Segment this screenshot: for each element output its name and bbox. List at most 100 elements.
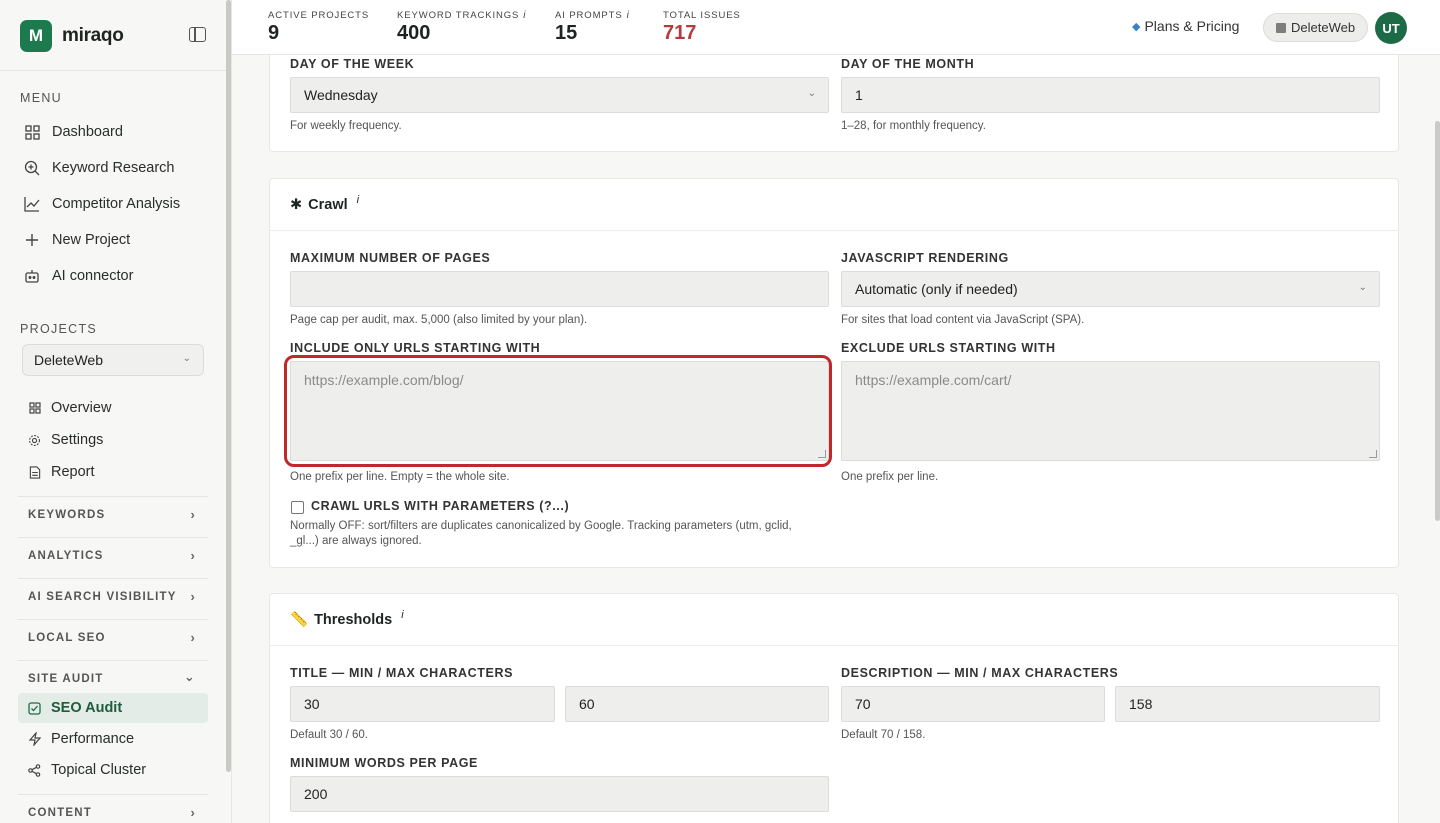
project-select[interactable]: DeleteWeb ⌄	[22, 344, 204, 376]
nav-competitor-analysis[interactable]: Competitor Analysis	[24, 192, 180, 216]
nav-label: Settings	[51, 432, 104, 448]
stat-label: TOTAL ISSUES	[663, 10, 741, 21]
input-value: 1	[855, 87, 863, 103]
brand-logo-icon: M	[20, 20, 52, 52]
nav-keyword-research[interactable]: Keyword Research	[24, 156, 175, 180]
chevron-right-icon: ›	[190, 630, 196, 645]
plus-icon	[24, 232, 40, 248]
stat-value: 400	[397, 22, 431, 44]
nav-report[interactable]: Report	[28, 460, 95, 484]
day-of-week-help: For weekly frequency.	[290, 120, 402, 132]
nav-new-project[interactable]: New Project	[24, 228, 130, 252]
brand[interactable]: M miraqo	[20, 20, 124, 52]
menu-label: MENU	[20, 91, 63, 105]
nav-label: SEO Audit	[51, 700, 123, 716]
avatar[interactable]: UT	[1375, 12, 1407, 44]
section-content[interactable]: CONTENT ›	[18, 794, 208, 823]
resize-handle-icon[interactable]	[1369, 450, 1377, 458]
main-content: DAY OF THE WEEK Wednesday ⌄ For weekly f…	[232, 55, 1440, 823]
desc-min-input[interactable]: 70	[841, 686, 1105, 722]
day-of-week-select[interactable]: Wednesday ⌄	[290, 77, 829, 113]
sidebar-scrollbar[interactable]	[225, 0, 231, 823]
include-urls-label: INCLUDE ONLY URLS STARTING WITH	[290, 341, 541, 355]
js-rendering-select[interactable]: Automatic (only if needed) ⌄	[841, 271, 1380, 307]
nav-dashboard[interactable]: Dashboard	[24, 120, 123, 144]
nav-ai-connector[interactable]: AI connector	[24, 264, 133, 288]
chevron-down-icon: ⌄	[182, 353, 191, 364]
section-local-seo[interactable]: LOCAL SEO ›	[18, 619, 208, 655]
lightning-icon	[28, 732, 41, 746]
chevron-right-icon: ›	[190, 507, 196, 522]
section-site-audit[interactable]: SITE AUDIT ⌄	[18, 660, 208, 696]
check-square-icon	[28, 701, 41, 715]
building-icon	[1276, 22, 1286, 33]
stat-value: 717	[663, 22, 697, 44]
exclude-urls-textarea[interactable]: https://example.com/cart/	[841, 361, 1380, 461]
workspace-button[interactable]: DeleteWeb	[1263, 13, 1369, 42]
gear-icon	[28, 434, 41, 447]
thresholds-title: Thresholds	[314, 611, 393, 628]
nav-topical-cluster[interactable]: Topical Cluster	[28, 758, 146, 782]
top-bar: ACTIVE PROJECTS 9 KEYWORD TRACKINGS i 400…	[232, 0, 1440, 55]
info-icon[interactable]: i	[627, 10, 630, 21]
chevron-right-icon: ›	[190, 805, 196, 820]
thresholds-header: 📏 Thresholds i	[270, 594, 1398, 646]
spider-icon: ✱	[290, 196, 303, 213]
chevron-down-icon: ⌄	[807, 88, 816, 99]
sidebar-scrollbar-thumb[interactable]	[226, 0, 231, 772]
section-analytics[interactable]: ANALYTICS ›	[18, 537, 208, 573]
schedule-card: DAY OF THE WEEK Wednesday ⌄ For weekly f…	[269, 55, 1399, 152]
input-value: 30	[304, 696, 320, 712]
info-icon[interactable]: i	[357, 194, 359, 206]
nav-label: Performance	[51, 731, 135, 747]
section-label: CONTENT	[28, 806, 92, 819]
min-words-label: MINIMUM WORDS PER PAGE	[290, 756, 478, 770]
title-max-input[interactable]: 60	[565, 686, 829, 722]
nav-label: AI connector	[52, 268, 134, 284]
min-words-input[interactable]: 200	[290, 776, 829, 812]
workspace-label: DeleteWeb	[1291, 20, 1356, 35]
crawl-title: Crawl	[308, 196, 348, 213]
info-icon[interactable]: i	[523, 10, 526, 21]
nav-seo-audit[interactable]: SEO Audit	[28, 696, 122, 720]
nav-label: Keyword Research	[52, 160, 175, 176]
stat-label: AI PROMPTS	[555, 10, 623, 21]
section-keywords[interactable]: KEYWORDS ›	[18, 496, 208, 532]
textarea-placeholder: https://example.com/cart/	[855, 372, 1012, 388]
crawl-params-help-line-1: Normally OFF: sort/filters are duplicate…	[290, 520, 792, 532]
section-label: KEYWORDS	[28, 508, 106, 521]
nav-label: Competitor Analysis	[52, 196, 181, 212]
ruler-icon: 📏	[290, 612, 309, 628]
nav-overview[interactable]: Overview	[28, 396, 111, 420]
day-of-month-label: DAY OF THE MONTH	[841, 57, 975, 71]
chevron-right-icon: ›	[190, 589, 196, 604]
crawl-params-help-line-2: _gl...) are always ignored.	[290, 535, 422, 547]
select-value: Automatic (only if needed)	[855, 281, 1018, 297]
sidebar: M miraqo MENU Dashboard Keyword Research…	[0, 0, 232, 823]
info-icon[interactable]: i	[401, 609, 403, 621]
crawl-header: ✱ Crawl i	[270, 179, 1398, 231]
desc-chars-label: DESCRIPTION — MIN / MAX CHARACTERS	[841, 666, 1119, 680]
desc-max-input[interactable]: 158	[1115, 686, 1380, 722]
sidebar-toggle-icon[interactable]	[189, 27, 206, 42]
input-value: 60	[579, 696, 595, 712]
day-of-week-label: DAY OF THE WEEK	[290, 57, 415, 71]
max-pages-input[interactable]	[290, 271, 829, 307]
nav-settings[interactable]: Settings	[28, 428, 103, 452]
title-min-input[interactable]: 30	[290, 686, 555, 722]
section-label: ANALYTICS	[28, 549, 104, 562]
project-select-value: DeleteWeb	[34, 352, 104, 368]
section-ai-search-visibility[interactable]: AI SEARCH VISIBILITY ›	[18, 578, 208, 614]
nav-label: Topical Cluster	[51, 762, 147, 778]
js-rendering-label: JAVASCRIPT RENDERING	[841, 251, 1009, 265]
section-label: LOCAL SEO	[28, 631, 106, 644]
plans-label: Plans & Pricing	[1144, 18, 1240, 34]
plans-pricing-link[interactable]: ◆ Plans & Pricing	[1132, 18, 1239, 34]
grid-icon	[24, 124, 40, 140]
crawl-params-checkbox[interactable]	[291, 501, 304, 514]
crawl-params-label[interactable]: CRAWL URLS WITH PARAMETERS (?...)	[311, 499, 569, 513]
stat-total-issues[interactable]: TOTAL ISSUES 717	[663, 10, 741, 45]
day-of-month-input[interactable]: 1	[841, 77, 1380, 113]
main-scrollbar[interactable]	[1435, 121, 1440, 521]
nav-performance[interactable]: Performance	[28, 727, 134, 751]
